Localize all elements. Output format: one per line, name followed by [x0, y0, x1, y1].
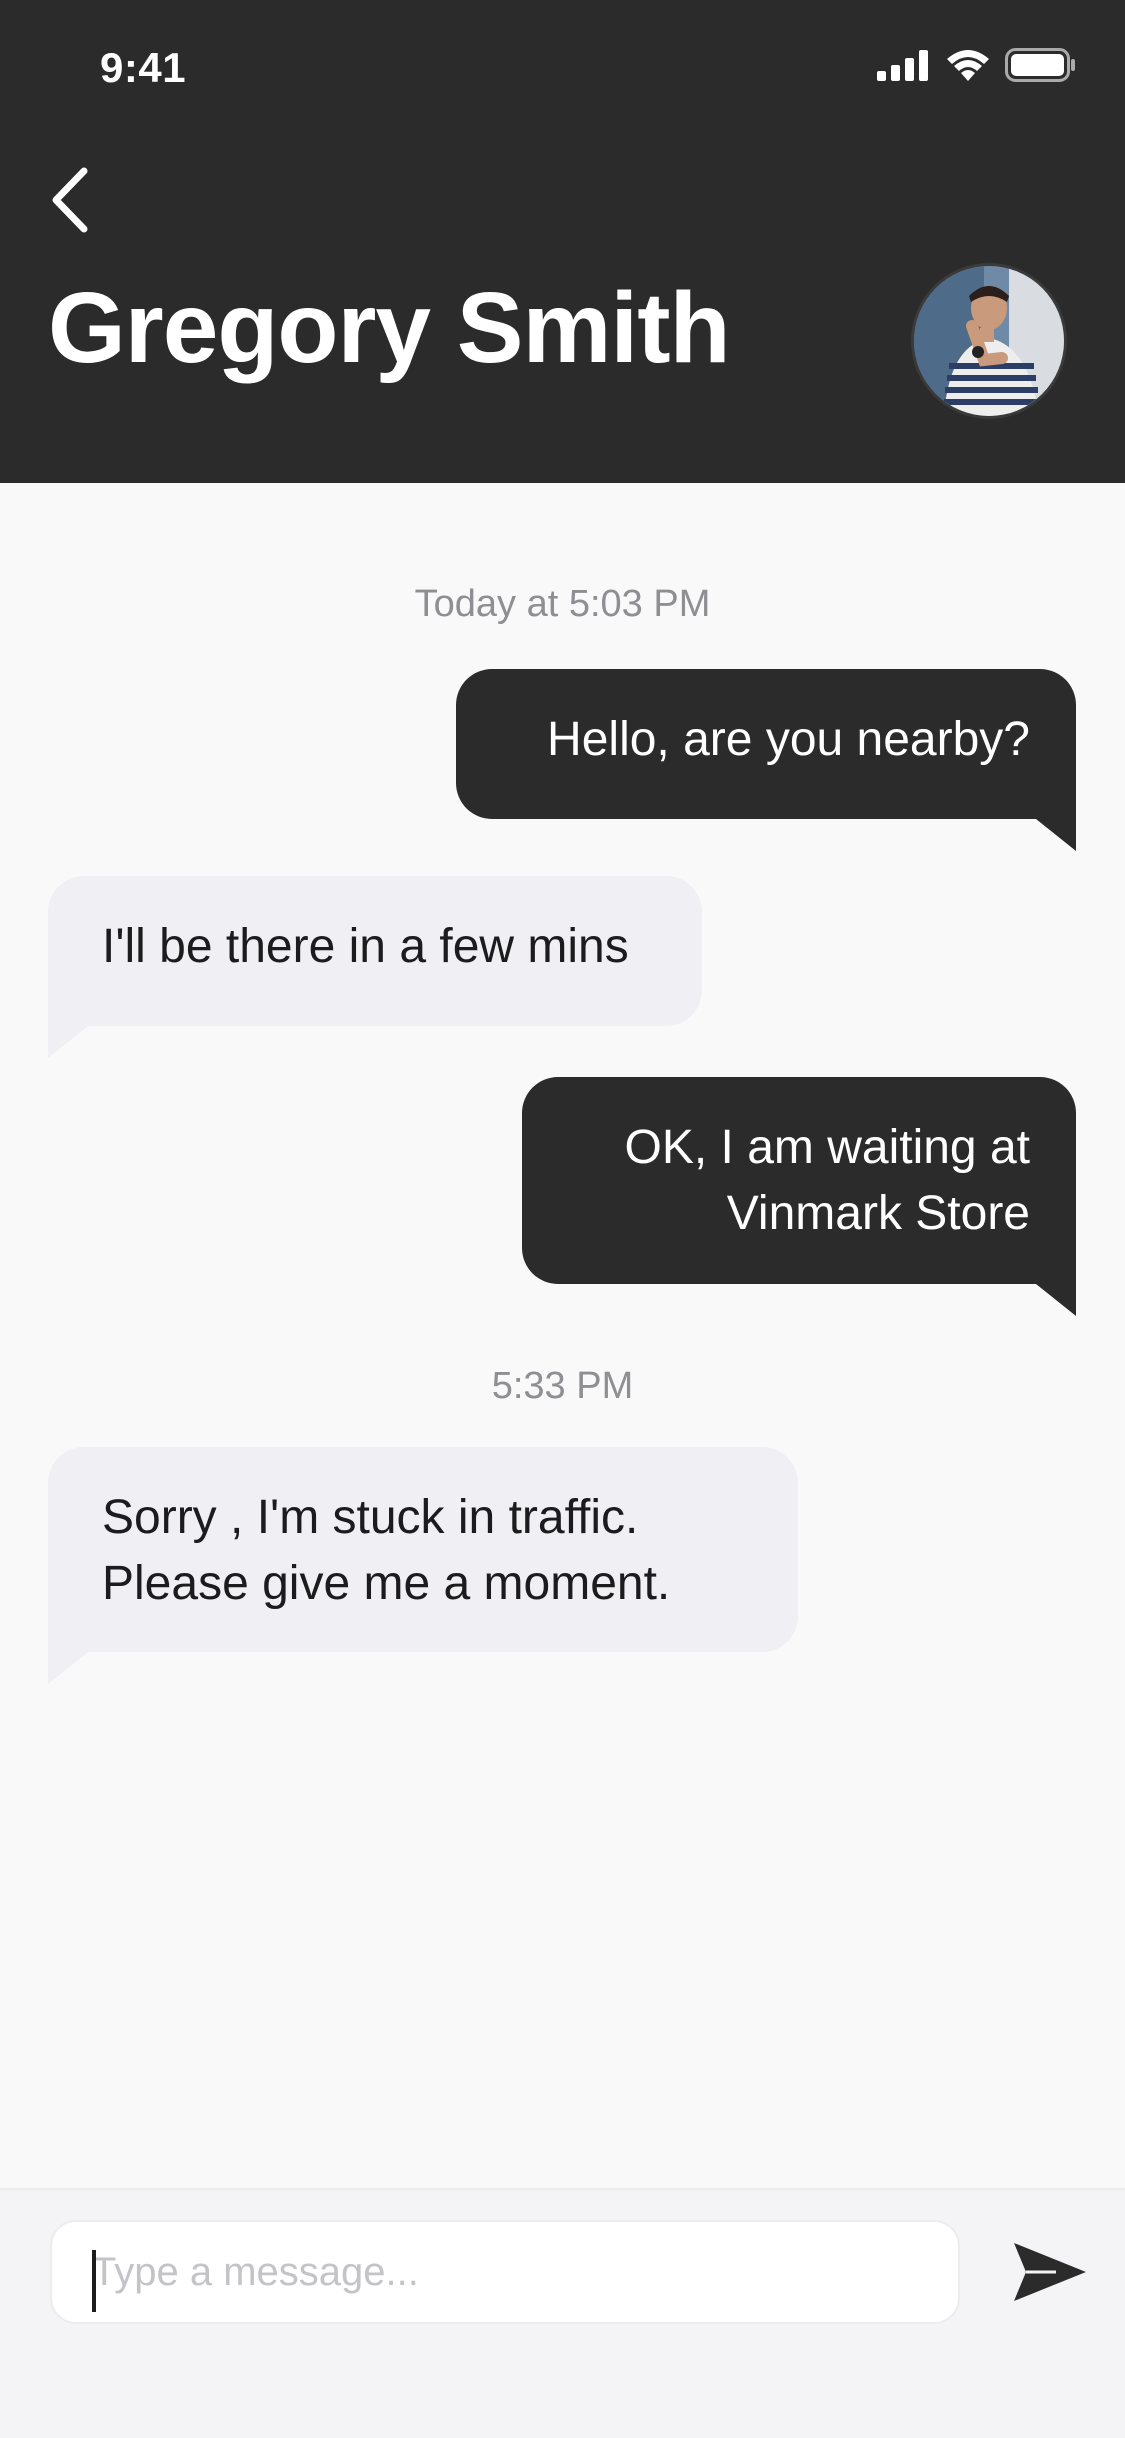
bubble-tail: [48, 1026, 88, 1058]
message-bubble-outgoing[interactable]: OK, I am waiting at Vinmark Store: [522, 1077, 1076, 1284]
message-text-line: OK, I am waiting at: [624, 1121, 1031, 1174]
message-text-line: Vinmark Store: [726, 1187, 1030, 1240]
wifi-icon: [947, 50, 989, 81]
chat-thread[interactable]: Today at 5:03 PM Hello, are you nearby? …: [0, 483, 1125, 2188]
timestamp: 5:33 PM: [491, 1365, 634, 1407]
back-button[interactable]: [40, 160, 100, 240]
signal-icon: [877, 50, 928, 81]
message-composer: [0, 2188, 1125, 2438]
status-time: 9:41: [100, 44, 187, 91]
bubble-tail: [48, 1652, 88, 1684]
text-cursor: [92, 2250, 96, 2312]
bubble-tail: [1036, 1284, 1076, 1316]
timestamp: Today at 5:03 PM: [414, 583, 711, 625]
message-text-line: Please give me a moment.: [102, 1557, 671, 1610]
message-bubble-incoming[interactable]: Sorry , I'm stuck in traffic. Please giv…: [48, 1447, 798, 1652]
message-text: I'll be there in a few mins: [102, 920, 629, 973]
message-bubble-outgoing[interactable]: Hello, are you nearby?: [456, 669, 1076, 819]
message-input[interactable]: [50, 2220, 960, 2324]
message-text-line: Sorry , I'm stuck in traffic.: [102, 1491, 639, 1544]
chat-header: 9:41 Gregory Smith: [0, 0, 1125, 483]
avatar-image: [914, 266, 1064, 416]
message-text: Hello, are you nearby?: [547, 713, 1030, 766]
bubble-tail: [1036, 819, 1076, 851]
message-bubble-incoming[interactable]: I'll be there in a few mins: [48, 876, 702, 1026]
status-icons: [877, 48, 1077, 82]
avatar[interactable]: [914, 266, 1064, 416]
send-button[interactable]: [1010, 2232, 1090, 2312]
contact-name: Gregory Smith: [48, 272, 731, 384]
battery-icon: [1005, 48, 1075, 82]
chevron-left-icon: [52, 167, 88, 233]
send-icon: [1014, 2243, 1086, 2301]
